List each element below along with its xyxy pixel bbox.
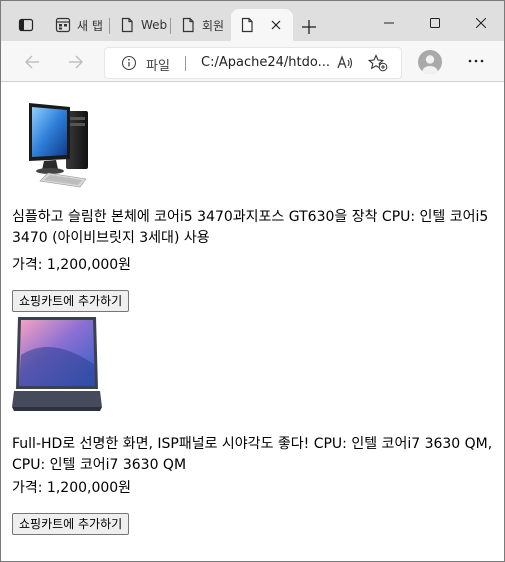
ellipsis-icon [468,59,484,63]
address-url[interactable]: C:/Apache24/htdo... [201,55,330,70]
new-tab-button[interactable] [299,17,319,37]
tab-label: Web [141,18,168,32]
info-icon[interactable] [121,55,137,71]
tab-member[interactable]: 회원 [172,9,231,41]
laptop-image [12,317,102,411]
close-icon [271,20,281,30]
tab-separator [109,18,110,34]
back-button[interactable] [19,49,45,75]
navigation-toolbar: 파일 C:/Apache24/htdo... [1,41,504,82]
address-bar[interactable]: 파일 C:/Apache24/htdo... [104,47,402,79]
add-to-cart-button[interactable]: 쇼핑카트에 추가하기 [12,513,130,535]
tab-web[interactable]: Web [111,9,171,41]
page-icon [182,17,194,33]
maximize-icon [430,18,440,28]
desktop-pc-image [29,103,88,188]
tab-actions-icon [18,18,34,32]
tab-active[interactable] [231,9,293,41]
maximize-button[interactable] [412,9,458,37]
page-icon [241,17,253,33]
profile-avatar[interactable] [418,50,442,74]
product-description: 심플하고 슬림한 본체에 코어i5 3470과지포스 GT630을 장착 CPU… [12,209,489,246]
forward-arrow-icon [69,55,83,69]
minimize-icon [384,22,394,24]
add-to-cart-button[interactable]: 쇼핑카트에 추가하기 [12,290,130,312]
new-tab-page-icon [55,17,71,33]
product-description: Full-HD로 선명한 화면, ISP패널로 시야각도 좋다! CPU: 인텔… [12,436,493,473]
product-price: 가격: 1,200,000원 [12,257,132,273]
address-divider [185,56,186,71]
read-aloud-icon[interactable] [336,54,354,72]
close-window-button[interactable] [458,9,504,37]
tab-strip: 새 탭 Web 회원 [1,1,504,41]
add-favorite-icon[interactable] [368,54,388,72]
product-price: 가격: 1,200,000원 [12,480,132,496]
tab-new-tab[interactable]: 새 탭 [47,9,110,41]
person-icon [422,55,438,74]
plus-icon [302,20,316,34]
tab-label: 회원 [202,18,225,33]
tab-separator [170,18,171,34]
close-icon [476,18,486,28]
more-options-button[interactable] [464,49,488,73]
tab-label: 새 탭 [77,18,103,33]
address-scheme-label: 파일 [146,59,170,74]
close-tab-button[interactable] [267,16,285,34]
forward-button[interactable] [63,49,89,75]
tab-actions-button[interactable] [10,11,42,39]
back-arrow-icon [25,55,39,69]
minimize-button[interactable] [366,9,412,37]
page-icon [121,17,133,33]
browser-window: 새 탭 Web 회원 파일 C:/Apache24/htdo... 심플하고 슬… [0,0,505,562]
page-content: 심플하고 슬림한 본체에 코어i5 3470과지포스 GT630을 장착 CPU… [1,82,504,561]
